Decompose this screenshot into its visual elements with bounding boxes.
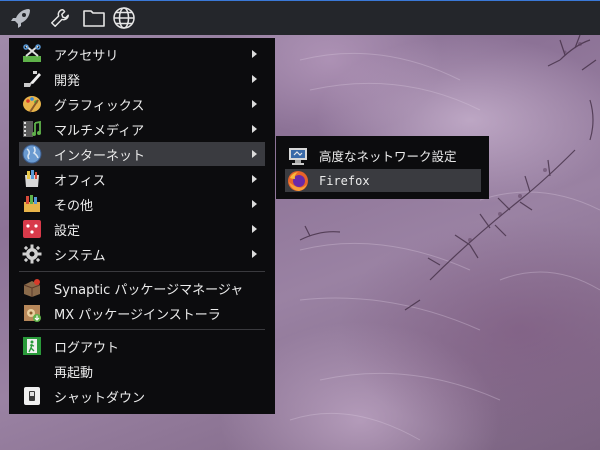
menu-item-multimedia[interactable]: マルチメディア (19, 117, 265, 141)
menu-separator (19, 329, 265, 330)
menu-item-settings[interactable]: 設定 (19, 217, 265, 241)
submenu-item-network-settings[interactable]: 高度なネットワーク設定 (285, 144, 481, 167)
submenu-arrow-icon (252, 100, 257, 108)
menu-item-label: オフィス (54, 173, 106, 189)
top-panel (0, 0, 600, 35)
system-icon (22, 244, 42, 264)
menu-item-label: グラフィックス (54, 98, 145, 114)
menu-item-label: インターネット (54, 148, 146, 164)
menu-item-label: システム (54, 248, 106, 264)
menu-item-accessories[interactable]: アクセサリ (19, 42, 265, 66)
menu-item-development[interactable]: 開発 (19, 67, 265, 91)
menu-item-mx-installer[interactable]: MX パッケージインストーラ (19, 301, 265, 325)
settings-icon (23, 220, 41, 238)
development-icon (24, 71, 41, 87)
submenu-arrow-icon (252, 200, 257, 208)
menu-item-internet[interactable]: インターネット (19, 142, 265, 166)
graphics-icon (23, 96, 41, 113)
menu-item-office[interactable]: オフィス (19, 167, 265, 191)
mx-installer-icon (24, 305, 41, 322)
multimedia-icon (23, 120, 41, 137)
menu-separator (19, 271, 265, 272)
submenu-arrow-icon (252, 50, 257, 58)
globe-icon[interactable] (110, 4, 138, 32)
submenu-item-label: Firefox (319, 173, 370, 188)
menu-item-label: シャットダウン (54, 390, 146, 406)
menu-item-restart[interactable]: 再起動 (19, 359, 265, 383)
folder-icon[interactable] (80, 4, 108, 32)
menu-item-graphics[interactable]: グラフィックス (19, 92, 265, 116)
application-menu: アクセサリ 開発 グラフィックス マルチメディア インターネット オフィス その… (9, 38, 275, 414)
wrench-icon[interactable] (46, 4, 74, 32)
menu-item-label: 再起動 (54, 365, 94, 381)
submenu-arrow-icon (252, 150, 257, 158)
internet-icon (22, 144, 42, 164)
other-icon (24, 195, 40, 212)
menu-item-label: ログアウト (54, 340, 120, 356)
menu-item-label: 開発 (54, 73, 81, 89)
menu-item-other[interactable]: その他 (19, 192, 265, 216)
submenu-arrow-icon (252, 250, 257, 258)
firefox-icon (288, 170, 308, 191)
menu-item-system[interactable]: システム (19, 242, 265, 266)
menu-item-label: その他 (54, 198, 94, 214)
menu-item-label: MX パッケージインストーラ (54, 307, 221, 323)
menu-item-label: 設定 (54, 223, 81, 239)
submenu-item-firefox[interactable]: Firefox (285, 169, 481, 192)
submenu-arrow-icon (252, 75, 257, 83)
office-icon (25, 170, 39, 187)
logout-icon (23, 337, 41, 355)
menu-item-logout[interactable]: ログアウト (19, 334, 265, 358)
menu-item-label: マルチメディア (54, 123, 145, 139)
menu-item-label: Synaptic パッケージマネージャ (54, 282, 244, 298)
accessories-icon (23, 44, 41, 62)
shutdown-icon (24, 387, 40, 405)
submenu-arrow-icon (252, 125, 257, 133)
submenu-arrow-icon (252, 175, 257, 183)
network-settings-icon (289, 147, 307, 165)
rocket-icon[interactable] (7, 4, 35, 32)
submenu-arrow-icon (252, 225, 257, 233)
internet-submenu: 高度なネットワーク設定 Firefox (276, 136, 489, 199)
synaptic-icon (23, 279, 41, 297)
menu-item-shutdown[interactable]: シャットダウン (19, 384, 265, 408)
menu-item-label: アクセサリ (54, 48, 119, 64)
menu-item-synaptic[interactable]: Synaptic パッケージマネージャ (19, 276, 265, 300)
submenu-item-label: 高度なネットワーク設定 (319, 149, 457, 164)
